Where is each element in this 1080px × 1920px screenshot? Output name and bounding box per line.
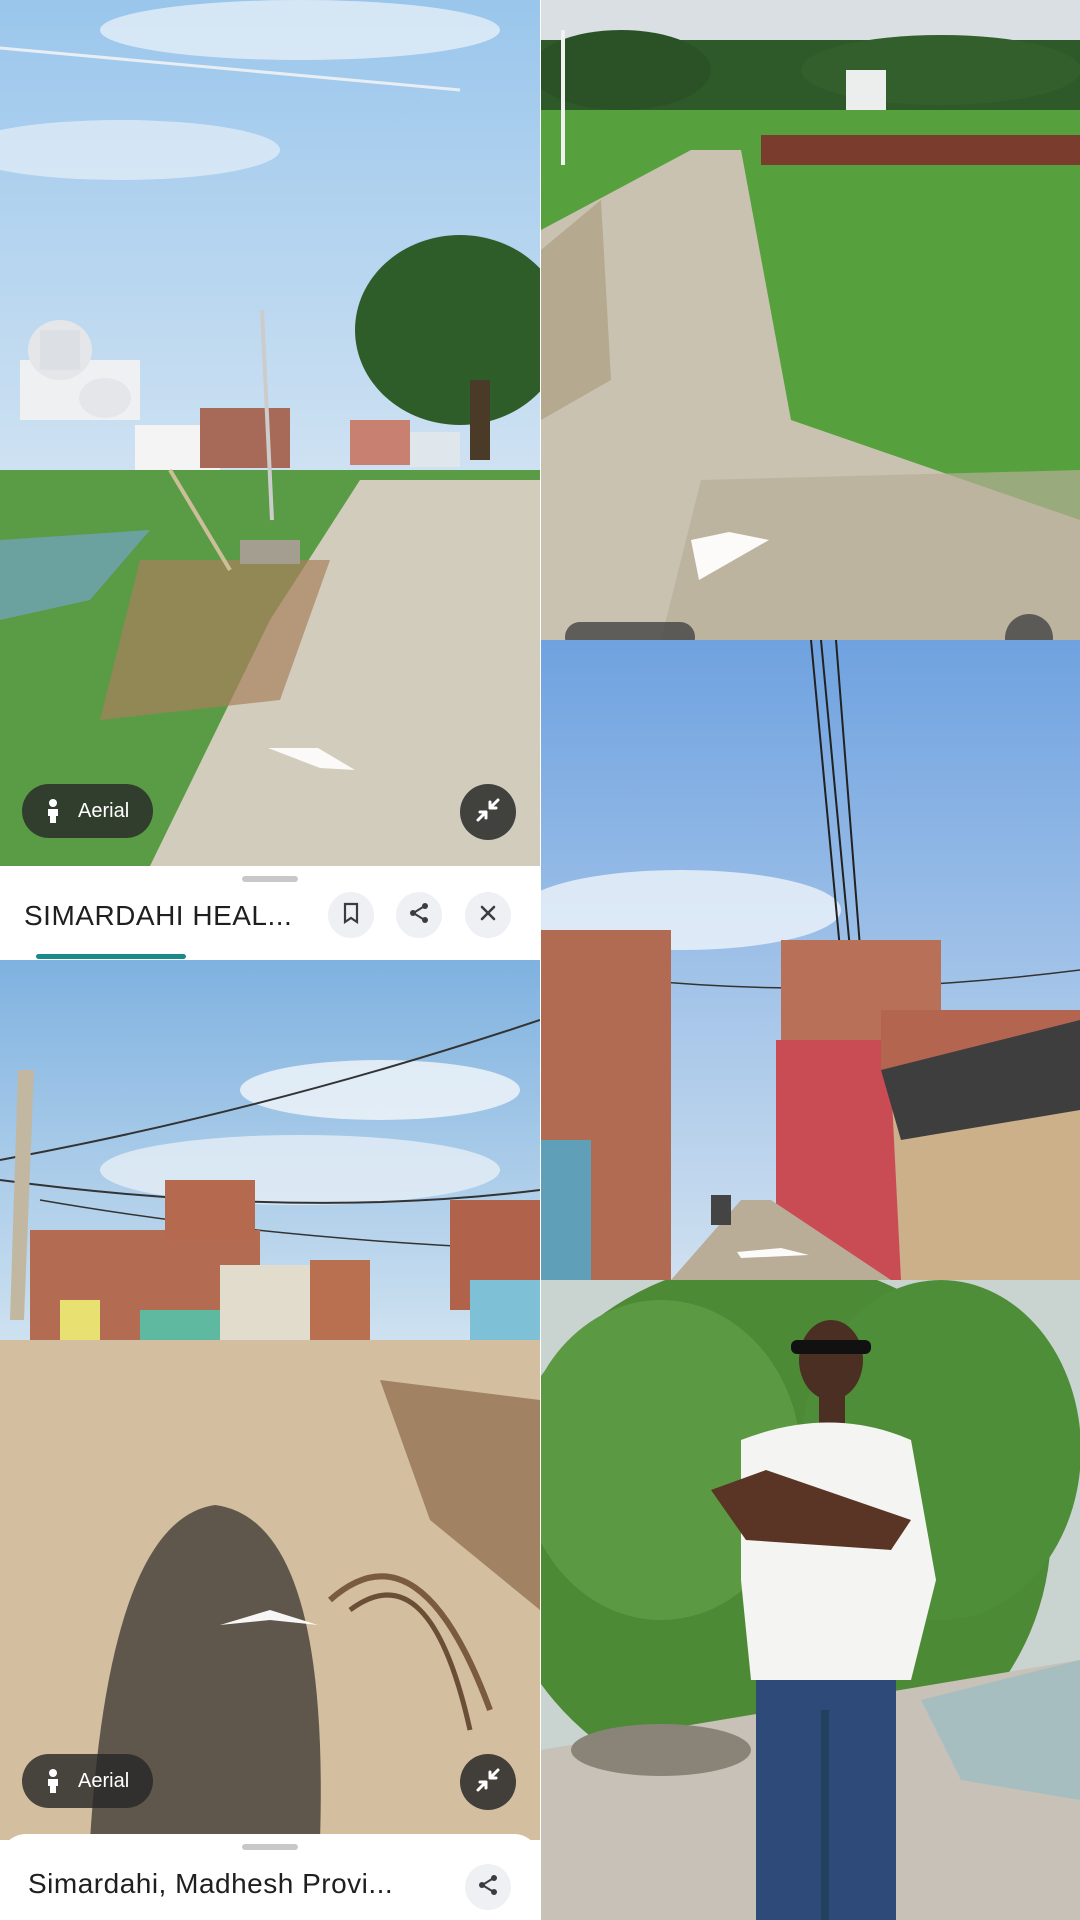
person-icon — [42, 1768, 64, 1794]
sheet-drag-handle[interactable] — [242, 876, 298, 882]
share-button[interactable] — [396, 892, 442, 938]
bookmark-button[interactable] — [328, 892, 374, 938]
street-view-panel-top-left[interactable]: Aerial — [0, 0, 540, 866]
street-view-image — [541, 640, 1080, 1280]
share-icon — [476, 1873, 500, 1902]
place-sheet-top[interactable]: SIMARDAHI HEAL... — [0, 866, 540, 959]
aerial-label: Aerial — [78, 799, 130, 822]
share-button[interactable] — [465, 1864, 511, 1910]
collapse-button[interactable] — [460, 784, 516, 840]
street-view-image — [541, 0, 1080, 640]
person-photo — [541, 1280, 1080, 1920]
street-view-image — [0, 960, 540, 1840]
close-button[interactable] — [465, 892, 511, 938]
person-icon — [42, 798, 64, 824]
street-view-panel-middle-right[interactable] — [541, 640, 1080, 1280]
collapse-icon — [474, 1766, 502, 1799]
share-icon — [407, 901, 431, 930]
bookmark-icon — [342, 902, 360, 929]
sheet-drag-handle[interactable] — [242, 1844, 298, 1850]
collapse-button[interactable] — [460, 1754, 516, 1810]
street-view-panel-top-right[interactable] — [541, 0, 1080, 640]
aerial-label: Aerial — [78, 1769, 130, 1792]
aerial-chip[interactable]: Aerial — [22, 784, 154, 838]
place-sheet-bottom[interactable]: Simardahi, Madhesh Provi... — [0, 1834, 540, 1920]
loading-indicator — [36, 954, 186, 959]
street-view-panel-bottom-left[interactable]: Aerial — [0, 960, 540, 1840]
collapse-icon — [474, 796, 502, 829]
aerial-chip[interactable]: Aerial — [22, 1754, 154, 1808]
place-title: Simardahi, Madhesh Provi... — [28, 1868, 394, 1899]
street-view-image — [0, 0, 540, 866]
close-icon — [478, 903, 498, 928]
place-title: SIMARDAHI HEAL... — [24, 900, 293, 931]
photo-panel-bottom-right[interactable] — [541, 1280, 1080, 1920]
